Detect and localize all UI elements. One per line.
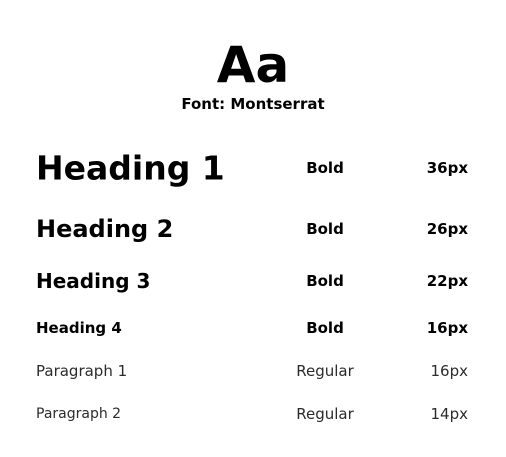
style-name: Paragraph 1 xyxy=(36,362,128,380)
style-name: Heading 3 xyxy=(36,269,151,293)
type-row-paragraph-1: Paragraph 1 Regular 16px xyxy=(0,351,506,391)
style-weight: Bold xyxy=(306,272,344,290)
font-hero: Aa Font: Montserrat xyxy=(0,36,506,114)
style-weight: Bold xyxy=(306,159,344,177)
style-size: 16px xyxy=(426,319,468,337)
style-name: Heading 2 xyxy=(36,215,174,243)
style-size: 14px xyxy=(430,405,469,423)
type-row-heading-3: Heading 3 Bold 22px xyxy=(0,261,506,301)
type-row-heading-4: Heading 4 Bold 16px xyxy=(0,308,506,348)
style-name: Heading 1 xyxy=(36,148,225,188)
style-weight: Bold xyxy=(306,319,344,337)
typography-specimen: { "hero": { "specimen": "Aa", "font_labe… xyxy=(0,0,506,457)
style-weight: Regular xyxy=(296,405,354,423)
font-name-label: Font: Montserrat xyxy=(181,95,325,113)
type-row-heading-1: Heading 1 Bold 36px xyxy=(0,148,506,188)
style-size: 36px xyxy=(426,159,468,177)
style-name: Paragraph 2 xyxy=(36,406,122,422)
style-size: 26px xyxy=(426,220,468,238)
type-row-heading-2: Heading 2 Bold 26px xyxy=(0,209,506,249)
style-size: 16px xyxy=(430,362,469,380)
style-name: Heading 4 xyxy=(36,319,122,337)
style-weight: Bold xyxy=(306,220,344,238)
font-specimen-glyphs: Aa xyxy=(216,36,290,94)
type-row-paragraph-2: Paragraph 2 Regular 14px xyxy=(0,394,506,434)
style-weight: Regular xyxy=(296,362,354,380)
style-size: 22px xyxy=(426,272,468,290)
